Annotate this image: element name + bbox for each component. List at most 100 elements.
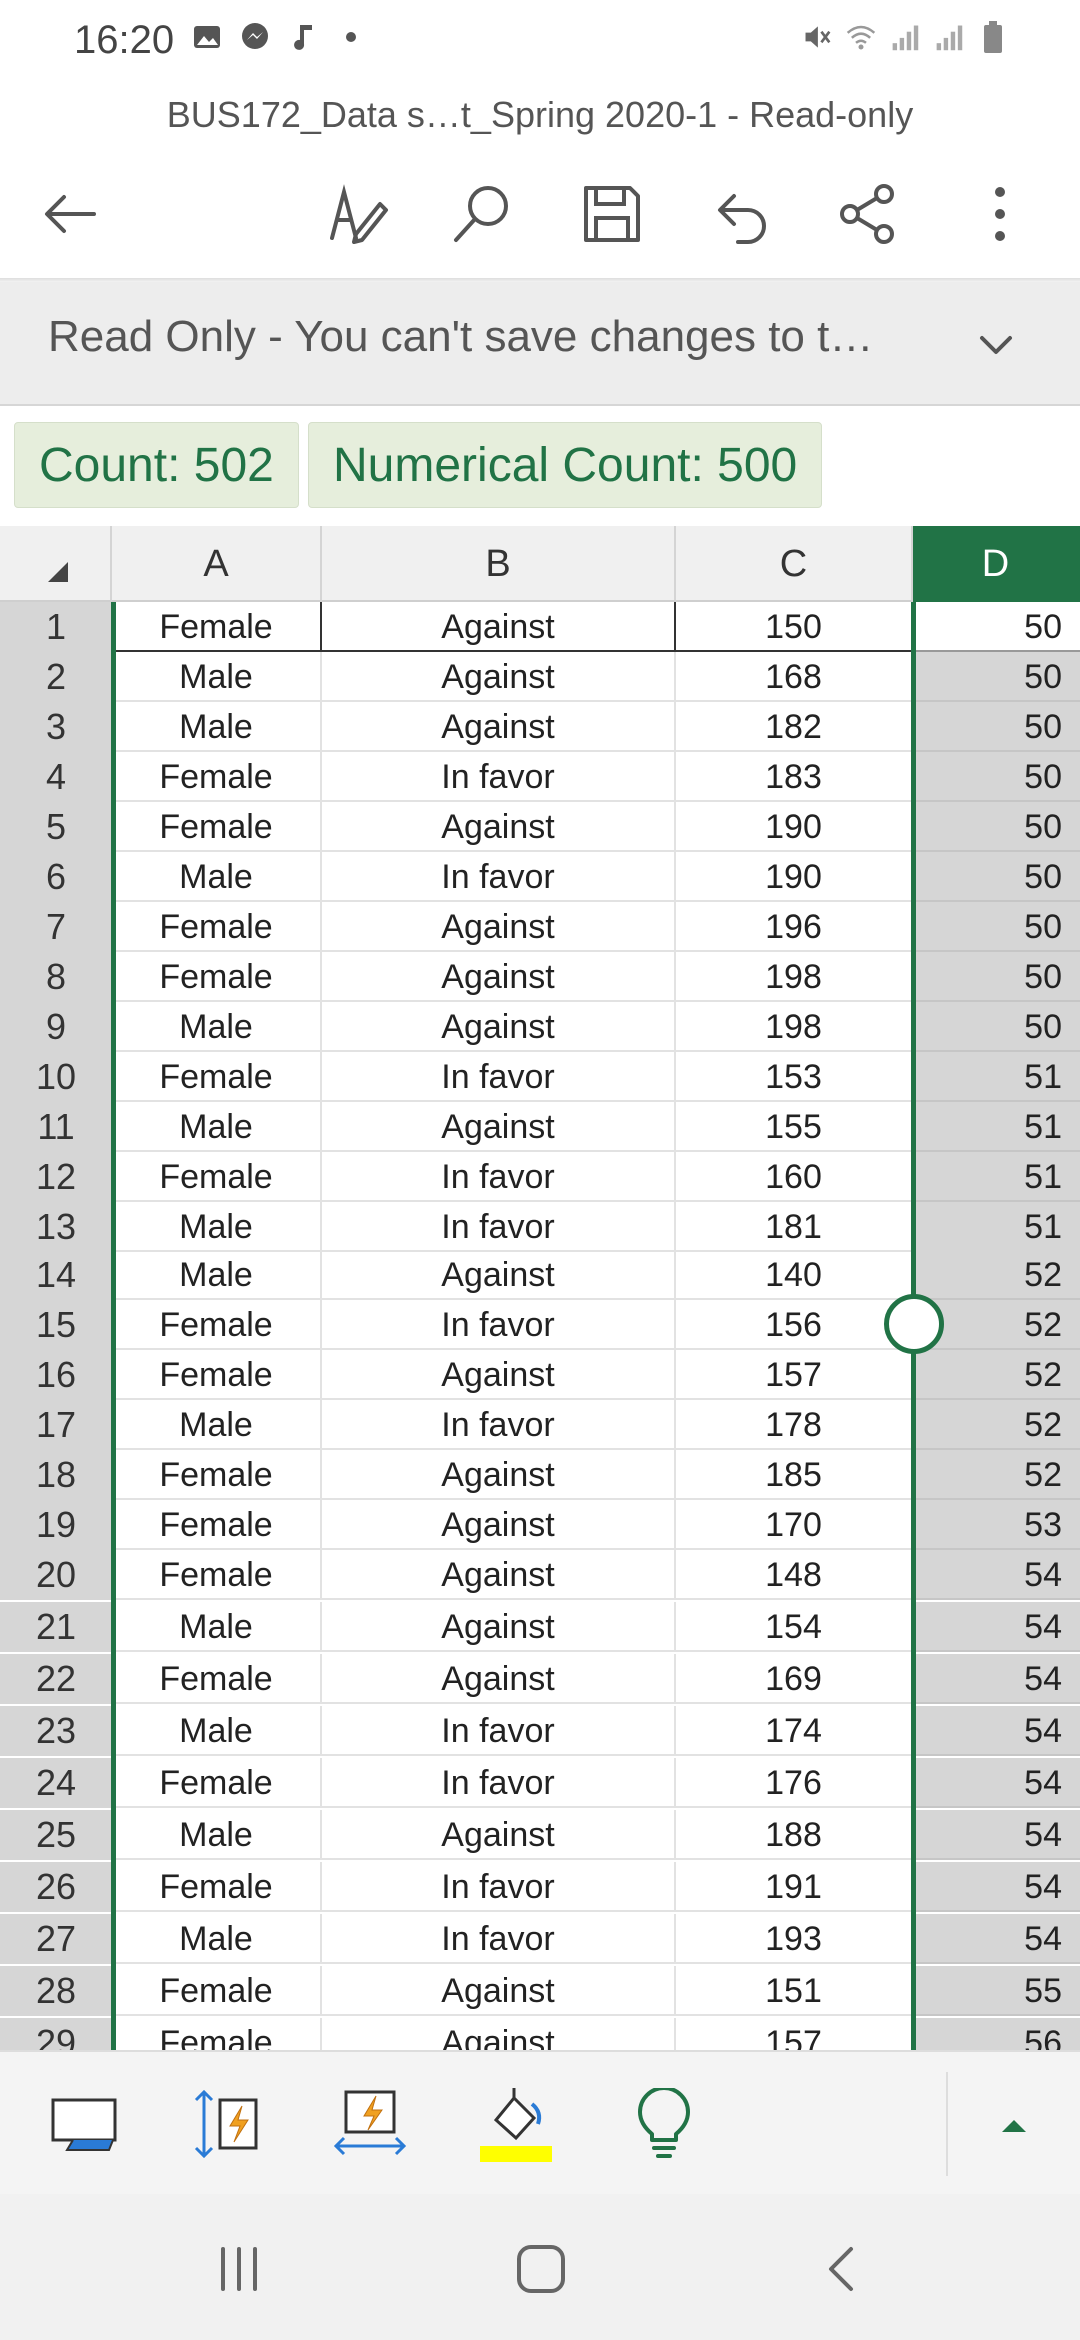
autofit-column-width-icon[interactable]: [330, 2084, 410, 2164]
cell-b[interactable]: Against: [322, 1654, 676, 1704]
row-header[interactable]: 19: [0, 1500, 112, 1550]
cell-d[interactable]: 52: [913, 1400, 1080, 1450]
cell-c[interactable]: 170: [676, 1500, 913, 1550]
cell-a[interactable]: Female: [112, 1654, 322, 1704]
cell-b[interactable]: In favor: [322, 1706, 676, 1756]
select-all-corner[interactable]: [0, 526, 112, 602]
row-header[interactable]: 27: [0, 1914, 112, 1964]
cell-c[interactable]: 168: [676, 652, 913, 702]
row-header[interactable]: 16: [0, 1350, 112, 1400]
cell-a[interactable]: Female: [112, 902, 322, 952]
row-header[interactable]: 28: [0, 1966, 112, 2016]
cell-a[interactable]: Female: [112, 1758, 322, 1808]
cell-d[interactable]: 51: [913, 1202, 1080, 1252]
row-header[interactable]: 3: [0, 702, 112, 752]
cell-b[interactable]: In favor: [322, 852, 676, 902]
cell-b[interactable]: In favor: [322, 1202, 676, 1252]
cell-c[interactable]: 151: [676, 1966, 913, 2016]
cell-b[interactable]: Against: [322, 602, 676, 652]
more-vertical-icon[interactable]: [964, 178, 1036, 250]
cell-d[interactable]: 56: [913, 2018, 1080, 2050]
count-chip[interactable]: Count: 502: [14, 422, 299, 508]
search-icon[interactable]: [446, 178, 518, 250]
cell-a[interactable]: Male: [112, 1914, 322, 1964]
cell-a[interactable]: Male: [112, 1400, 322, 1450]
cell-d[interactable]: 54: [913, 1862, 1080, 1912]
cell-b[interactable]: Against: [322, 2018, 676, 2050]
chevron-down-icon[interactable]: [974, 322, 1018, 366]
cell-d[interactable]: 50: [913, 952, 1080, 1002]
cell-d[interactable]: 52: [913, 1250, 1080, 1300]
row-header[interactable]: 14: [0, 1250, 112, 1300]
row-header[interactable]: 20: [0, 1550, 112, 1600]
cell-a[interactable]: Male: [112, 1706, 322, 1756]
cell-b[interactable]: Against: [322, 1450, 676, 1500]
cell-c[interactable]: 182: [676, 702, 913, 752]
cell-b[interactable]: In favor: [322, 1152, 676, 1202]
cell-d[interactable]: 55: [913, 1966, 1080, 2016]
cell-c[interactable]: 190: [676, 802, 913, 852]
cell-b[interactable]: In favor: [322, 1862, 676, 1912]
cell-format-icon[interactable]: [44, 2084, 124, 2164]
cell-a[interactable]: Male: [112, 702, 322, 752]
row-header[interactable]: 11: [0, 1102, 112, 1152]
row-header[interactable]: 1: [0, 602, 112, 652]
cell-d[interactable]: 51: [913, 1052, 1080, 1102]
row-header[interactable]: 17: [0, 1400, 112, 1450]
row-header[interactable]: 18: [0, 1450, 112, 1500]
lightbulb-icon[interactable]: [624, 2084, 704, 2164]
recents-icon[interactable]: [204, 2234, 274, 2304]
row-header[interactable]: 12: [0, 1152, 112, 1202]
cell-a[interactable]: Male: [112, 852, 322, 902]
cell-a[interactable]: Female: [112, 1300, 322, 1350]
cell-a[interactable]: Male: [112, 1102, 322, 1152]
cell-b[interactable]: Against: [322, 1102, 676, 1152]
cell-c[interactable]: 153: [676, 1052, 913, 1102]
column-header-c[interactable]: C: [676, 526, 913, 602]
cell-c[interactable]: 160: [676, 1152, 913, 1202]
cell-a[interactable]: Female: [112, 1500, 322, 1550]
cell-d[interactable]: 50: [913, 652, 1080, 702]
row-header[interactable]: 5: [0, 802, 112, 852]
cell-c[interactable]: 196: [676, 902, 913, 952]
cell-a[interactable]: Female: [112, 1052, 322, 1102]
cell-a[interactable]: Male: [112, 1002, 322, 1052]
cell-c[interactable]: 190: [676, 852, 913, 902]
column-header-a[interactable]: A: [112, 526, 322, 602]
cell-a[interactable]: Female: [112, 1966, 322, 2016]
spreadsheet-grid[interactable]: A B C D 1 Female Against 150 50 2 Male Against 1…: [0, 526, 1080, 2050]
row-header[interactable]: 25: [0, 1810, 112, 1860]
row-header[interactable]: 8: [0, 952, 112, 1002]
cell-b[interactable]: Against: [322, 952, 676, 1002]
save-icon[interactable]: [576, 178, 648, 250]
cell-d[interactable]: 50: [913, 702, 1080, 752]
cell-b[interactable]: Against: [322, 1966, 676, 2016]
cell-a[interactable]: Female: [112, 752, 322, 802]
cell-b[interactable]: Against: [322, 1550, 676, 1600]
cell-d[interactable]: 50: [913, 1002, 1080, 1052]
cell-d[interactable]: 50: [913, 602, 1080, 652]
cell-c[interactable]: 140: [676, 1250, 913, 1300]
row-header[interactable]: 7: [0, 902, 112, 952]
cell-d[interactable]: 50: [913, 802, 1080, 852]
row-header[interactable]: 2: [0, 652, 112, 702]
cell-c[interactable]: 181: [676, 1202, 913, 1252]
cell-d[interactable]: 51: [913, 1152, 1080, 1202]
cell-a[interactable]: Female: [112, 2018, 322, 2050]
cell-c[interactable]: 157: [676, 1350, 913, 1400]
cell-c[interactable]: 188: [676, 1810, 913, 1860]
cell-a[interactable]: Male: [112, 1202, 322, 1252]
cell-b[interactable]: Against: [322, 1002, 676, 1052]
cell-c[interactable]: 183: [676, 752, 913, 802]
cell-c[interactable]: 198: [676, 1002, 913, 1052]
cell-c[interactable]: 193: [676, 1914, 913, 1964]
cell-a[interactable]: Female: [112, 1550, 322, 1600]
cell-b[interactable]: Against: [322, 1350, 676, 1400]
row-header[interactable]: 26: [0, 1862, 112, 1912]
cell-c[interactable]: 191: [676, 1862, 913, 1912]
cell-d[interactable]: 54: [913, 1758, 1080, 1808]
cell-d[interactable]: 52: [913, 1450, 1080, 1500]
row-header[interactable]: 23: [0, 1706, 112, 1756]
row-header[interactable]: 9: [0, 1002, 112, 1052]
row-header[interactable]: 13: [0, 1202, 112, 1252]
